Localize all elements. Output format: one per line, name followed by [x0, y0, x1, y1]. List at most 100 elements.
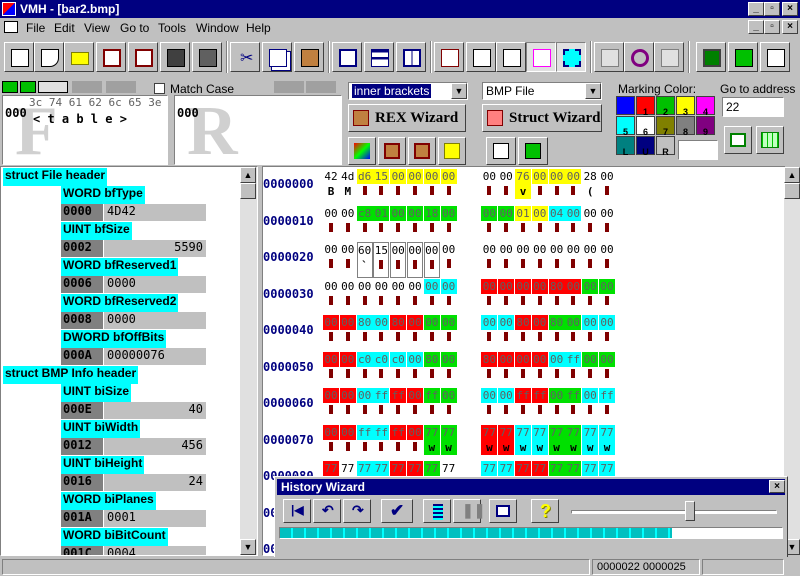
match-case-checkbox[interactable]: [154, 83, 165, 94]
hex-byte[interactable]: 00: [407, 388, 423, 424]
rex-tool-2[interactable]: [378, 137, 406, 165]
hex-byte[interactable]: 00: [423, 315, 440, 351]
struct-dropdown-arrow[interactable]: ▼: [585, 83, 601, 99]
hex-byte[interactable]: 00: [323, 388, 339, 424]
hex-byte[interactable]: 00: [339, 388, 356, 424]
hex-byte[interactable]: c0: [390, 351, 407, 388]
rex-dropdown[interactable]: inner brackets ▼: [348, 82, 468, 100]
struct-field-value[interactable]: 4D42: [104, 204, 206, 221]
hex-byte[interactable]: 00: [440, 315, 457, 351]
hex-byte[interactable]: 00: [407, 279, 423, 315]
hex-byte[interactable]: 00: [532, 242, 548, 278]
hex-byte[interactable]: ff: [565, 351, 582, 388]
find-window-icon[interactable]: [38, 81, 68, 93]
graph-button[interactable]: [760, 42, 790, 72]
hex-byte[interactable]: ff: [515, 388, 531, 424]
marking-color-swatch[interactable]: R: [656, 136, 675, 157]
hex-byte[interactable]: 77 w: [548, 424, 565, 461]
struct-field[interactable]: WORD bfType: [61, 186, 145, 204]
menu-file[interactable]: File: [26, 21, 45, 35]
hex-byte[interactable]: 00: [549, 242, 565, 278]
hex-byte[interactable]: 00: [531, 169, 548, 205]
doc-restore-button[interactable]: ▫: [764, 20, 780, 34]
hex-byte[interactable]: ff: [423, 388, 440, 424]
split-view-toggle[interactable]: [556, 42, 586, 72]
hex-byte[interactable]: ff: [390, 388, 407, 424]
marking-color-swatch[interactable]: 8: [676, 116, 695, 137]
hex-byte[interactable]: 00: [498, 205, 515, 242]
hex-byte[interactable]: 00: [498, 169, 514, 205]
open-find-button[interactable]: [34, 42, 64, 72]
paste-button[interactable]: [294, 42, 324, 72]
struct-tool-2[interactable]: [518, 137, 548, 165]
struct-field[interactable]: UINT biHeight: [61, 456, 145, 474]
hex-byte[interactable]: 80: [548, 278, 565, 315]
hex-byte[interactable]: 00: [531, 278, 548, 315]
hex-byte[interactable]: 00: [599, 278, 615, 315]
marking-color-swatch[interactable]: 5: [616, 116, 635, 137]
hex-byte[interactable]: 00: [498, 351, 515, 388]
hex-byte[interactable]: 00: [407, 424, 423, 461]
struct-field[interactable]: UINT bfSize: [61, 222, 132, 240]
struct-tool-1[interactable]: [486, 137, 516, 165]
marking-color-swatch[interactable]: 9: [696, 116, 715, 137]
marking-color-swatch[interactable]: 7: [656, 116, 675, 137]
cut-button[interactable]: ✂: [230, 42, 260, 72]
struct-field-value[interactable]: 40: [104, 402, 206, 419]
hex-byte[interactable]: 77 w: [498, 424, 515, 461]
hex-byte[interactable]: 00: [440, 278, 457, 315]
marking-color-swatch[interactable]: U: [636, 136, 655, 157]
minimize-button[interactable]: _: [748, 2, 764, 16]
marking-color-swatch[interactable]: 4: [696, 96, 715, 117]
struct-tree-pane[interactable]: struct File header WORD bfType 0000 4D42 UIN…: [0, 166, 258, 556]
history-play-button[interactable]: [423, 499, 451, 523]
hex-byte[interactable]: 80: [390, 315, 407, 351]
find-option-2[interactable]: [106, 81, 136, 93]
hex-byte[interactable]: 00: [498, 315, 515, 351]
history-windows-button[interactable]: [489, 499, 517, 523]
hex-byte[interactable]: ff: [356, 424, 373, 461]
save-all-button[interactable]: [192, 42, 222, 72]
history-pause-button[interactable]: ❚❚: [453, 499, 485, 523]
hex-byte[interactable]: 00: [531, 315, 548, 351]
menu-tools[interactable]: Tools: [158, 21, 186, 35]
hex-byte[interactable]: 00: [407, 242, 423, 278]
struct-field[interactable]: WORD bfReserved1: [61, 258, 179, 276]
marking-color-swatch[interactable]: 3: [676, 96, 695, 117]
hex-byte[interactable]: 00: [531, 351, 548, 388]
app-icon[interactable]: [2, 2, 16, 16]
hex-byte[interactable]: 00: [423, 169, 440, 205]
struct-field-value[interactable]: 0000: [104, 312, 206, 329]
hex-byte[interactable]: 76 v: [515, 169, 531, 205]
struct-field-value[interactable]: 24: [104, 474, 206, 491]
hex-byte[interactable]: 00: [440, 351, 457, 388]
hex-byte[interactable]: 00: [390, 242, 407, 278]
hex-byte[interactable]: 00: [565, 169, 582, 205]
hex-byte[interactable]: 00: [323, 315, 339, 351]
hex-byte[interactable]: 00: [498, 242, 514, 278]
hex-byte[interactable]: ff: [373, 424, 390, 461]
history-undo-button[interactable]: ↶: [313, 499, 341, 523]
hex-byte[interactable]: 00: [582, 351, 599, 388]
marking-color-swatch[interactable]: L: [616, 136, 635, 157]
hex-byte[interactable]: 01: [515, 205, 531, 242]
struct-header[interactable]: struct File header: [3, 168, 108, 186]
hex-byte[interactable]: 00: [340, 242, 356, 278]
binoculars-icon[interactable]: [2, 81, 18, 93]
exit-button[interactable]: [728, 42, 758, 72]
hex-byte[interactable]: 00: [599, 206, 615, 242]
hex-byte[interactable]: 00: [423, 278, 440, 315]
replace-option-1[interactable]: [274, 81, 304, 93]
hex-byte[interactable]: 15: [373, 242, 390, 278]
hex-byte[interactable]: 77 w: [423, 424, 440, 461]
struct-scroll-thumb[interactable]: [240, 183, 256, 199]
history-close-button[interactable]: ×: [769, 480, 785, 493]
hex-byte[interactable]: 00: [515, 351, 531, 388]
hex-byte[interactable]: 00: [599, 169, 615, 205]
struct-header[interactable]: struct BMP Info header: [3, 366, 139, 384]
move-file-button[interactable]: [654, 42, 684, 72]
hex-byte[interactable]: 00: [339, 424, 356, 461]
menu-goto[interactable]: Go to: [120, 21, 149, 35]
hex-byte[interactable]: 00: [390, 205, 407, 242]
hex-byte[interactable]: 00: [565, 278, 582, 315]
